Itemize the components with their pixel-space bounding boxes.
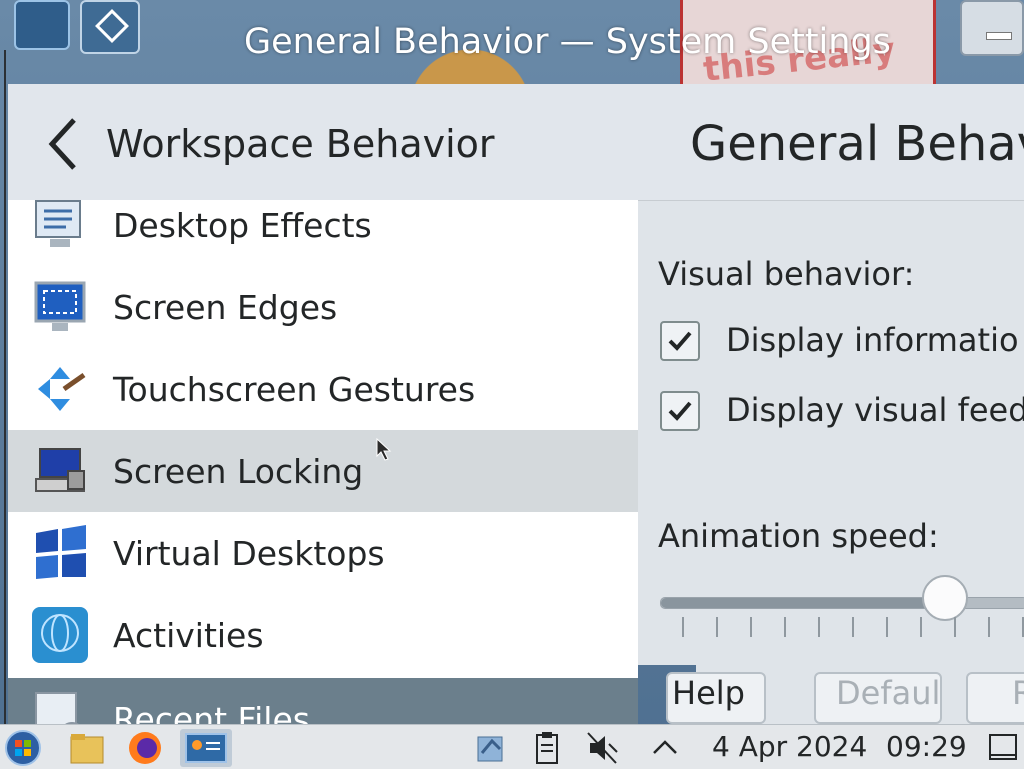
- defaults-button-label: Defaults: [836, 674, 941, 712]
- touchscreen-gestures-icon: [38, 367, 86, 411]
- slider-tick: [852, 617, 854, 637]
- checkbox-label: Display visual feed: [726, 391, 1024, 429]
- slider-tick: [920, 617, 922, 637]
- slider-tick: [954, 617, 956, 637]
- virtual-desktops-icon: [36, 525, 86, 579]
- page-title: General Behav: [690, 116, 1024, 172]
- sidebar-item-label: Activities: [113, 615, 264, 655]
- slider-tick: [784, 617, 786, 637]
- help-button[interactable]: Help: [666, 672, 766, 724]
- animation-speed-label: Animation speed:: [658, 517, 939, 555]
- sidebar-item-label: Screen Edges: [113, 287, 338, 327]
- clock-time[interactable]: 09:29: [886, 730, 967, 763]
- checkbox-label: Display informatio: [726, 321, 1019, 359]
- sidebar-item-recent-files[interactable]: Recent Files: [8, 678, 638, 724]
- animation-speed-slider-track[interactable]: [660, 597, 1024, 609]
- slider-fill: [661, 598, 947, 608]
- file-manager-icon[interactable]: [68, 729, 106, 767]
- slider-tick: [716, 617, 718, 637]
- volume-muted-icon[interactable]: [584, 729, 622, 767]
- header-bar: Workspace Behavior General Behav: [8, 84, 1024, 201]
- defaults-button[interactable]: Defaults: [814, 672, 942, 724]
- slider-tick: [818, 617, 820, 637]
- chevron-up-icon[interactable]: [646, 729, 684, 767]
- system-settings-window: Workspace Behavior General Behav Desktop…: [4, 50, 1024, 724]
- mouse-cursor-icon: [376, 438, 392, 461]
- sidebar-item-screen-locking[interactable]: Screen Locking: [8, 430, 638, 512]
- display-informational-messages-checkbox[interactable]: [660, 321, 700, 361]
- start-menu-icon[interactable]: [4, 729, 42, 767]
- network-icon[interactable]: [472, 729, 510, 767]
- activities-icon: [32, 607, 88, 663]
- taskbar: 4 Apr 2024 09:29: [0, 724, 1024, 769]
- visual-behavior-label: Visual behavior:: [658, 255, 915, 293]
- screen-locking-icon: [35, 448, 85, 492]
- settings-content: Visual behavior: Display informatio Disp…: [638, 200, 1024, 665]
- firefox-icon[interactable]: [126, 729, 164, 767]
- slider-tick: [682, 617, 684, 637]
- help-button-label: Help: [672, 674, 745, 712]
- sidebar-item-touchscreen-gestures[interactable]: Touchscreen Gestures: [8, 348, 638, 430]
- system-settings-task-icon[interactable]: [180, 729, 232, 767]
- animation-speed-slider-handle[interactable]: [922, 575, 969, 621]
- clipboard-icon[interactable]: [528, 729, 566, 767]
- sidebar-item-label: Desktop Effects: [113, 205, 372, 245]
- category-title: Workspace Behavior: [106, 122, 495, 166]
- checkmark-icon: [668, 401, 692, 421]
- sidebar-item-desktop-effects[interactable]: Desktop Effects: [8, 200, 638, 266]
- sidebar-item-screen-edges[interactable]: Screen Edges: [8, 266, 638, 348]
- sidebar-list: Desktop Effects Screen Edges Touchscreen…: [8, 200, 638, 724]
- sidebar-item-label: Virtual Desktops: [113, 533, 385, 573]
- slider-tick: [988, 617, 990, 637]
- slider-tick: [750, 617, 752, 637]
- reset-button[interactable]: Reset: [966, 672, 1024, 724]
- sidebar-item-virtual-desktops[interactable]: Virtual Desktops: [8, 512, 638, 594]
- back-button[interactable]: [44, 114, 94, 174]
- checkmark-icon: [668, 331, 692, 351]
- button-bar: Help Defaults Reset: [666, 664, 1024, 724]
- recent-files-icon: [35, 692, 79, 724]
- slider-tick: [886, 617, 888, 637]
- clock-date[interactable]: 4 Apr 2024: [712, 730, 867, 763]
- sidebar-item-label: Screen Locking: [113, 451, 364, 491]
- screen-edges-icon: [34, 281, 86, 331]
- sidebar-item-activities[interactable]: Activities: [8, 594, 638, 676]
- display-visual-feedback-checkbox[interactable]: [660, 391, 700, 431]
- reset-button-label: Reset: [1012, 674, 1024, 712]
- sidebar-item-label: Touchscreen Gestures: [113, 369, 476, 409]
- show-desktop-icon[interactable]: [984, 729, 1022, 767]
- desktop-effects-icon: [35, 200, 81, 247]
- sidebar-item-label: Recent Files: [113, 699, 310, 725]
- chevron-left-icon: [48, 118, 76, 170]
